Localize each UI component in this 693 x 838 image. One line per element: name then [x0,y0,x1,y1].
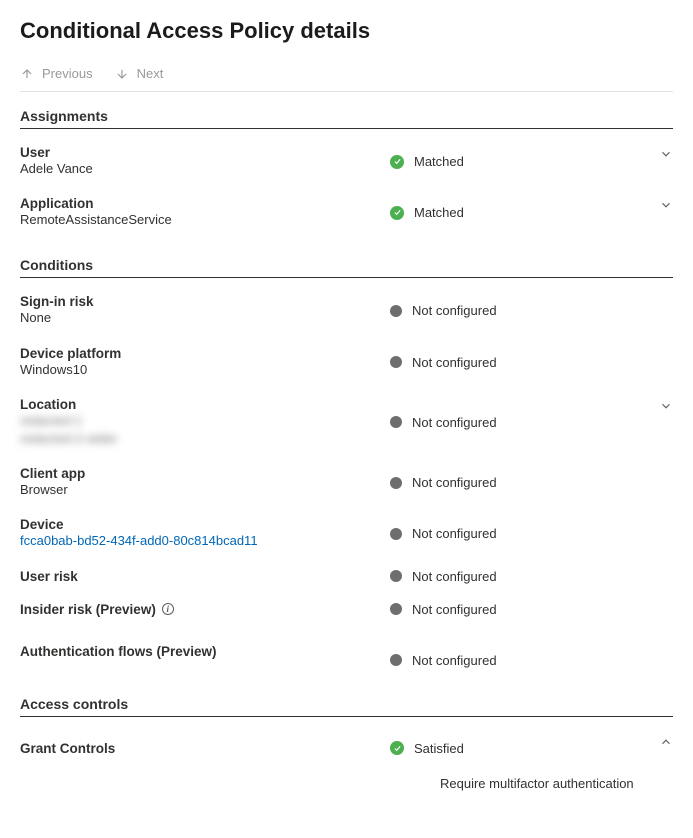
chevron-down-icon [659,198,673,212]
grant-controls-status: Satisfied [414,741,464,756]
next-label: Next [137,66,164,81]
client-app-value: Browser [20,481,380,499]
device-row: Device fcca0bab-bd52-434f-add0-80c814bca… [20,511,673,562]
application-value: RemoteAssistanceService [20,211,380,229]
info-icon[interactable]: i [162,603,174,615]
user-status: Matched [414,154,464,169]
sign-in-risk-label: Sign-in risk [20,294,380,309]
previous-button[interactable]: Previous [20,66,93,81]
next-button[interactable]: Next [115,66,164,81]
application-status: Matched [414,205,464,220]
user-risk-status: Not configured [412,569,497,584]
status-dot-icon [390,416,402,428]
status-dot-icon [390,654,402,666]
device-platform-label: Device platform [20,346,380,361]
status-dot-icon [390,356,402,368]
device-platform-status: Not configured [412,355,497,370]
insider-risk-label: Insider risk (Preview) i [20,602,380,617]
location-row[interactable]: Location redacted-1 redacted-2-wider Not… [20,391,673,460]
sign-in-risk-status: Not configured [412,303,497,318]
status-dot-icon [390,528,402,540]
conditions-header: Conditions [20,257,673,278]
status-dot-icon [390,305,402,317]
arrow-up-icon [20,67,34,81]
grant-controls-detail: Require multifactor authentication [20,768,673,791]
device-platform-value: Windows10 [20,361,380,379]
sign-in-risk-value: None [20,309,380,327]
insider-risk-status: Not configured [412,602,497,617]
insider-risk-row: Insider risk (Preview) i Not configured [20,596,673,629]
previous-label: Previous [42,66,93,81]
check-circle-icon [390,741,404,755]
status-dot-icon [390,603,402,615]
page-title: Conditional Access Policy details [20,18,673,44]
user-risk-label: User risk [20,569,380,584]
auth-flows-row: Authentication flows (Preview) Not confi… [20,629,673,680]
location-status: Not configured [412,415,497,430]
access-controls-section: Access controls Grant Controls Satisfied… [20,696,673,791]
client-app-status: Not configured [412,475,497,490]
client-app-label: Client app [20,466,380,481]
user-label: User [20,145,380,160]
device-platform-row: Device platform Windows10 Not configured [20,340,673,391]
application-row[interactable]: Application RemoteAssistanceService Matc… [20,190,673,241]
insider-risk-text: Insider risk (Preview) [20,602,156,617]
location-value-line2: redacted-2-wider [20,430,380,448]
location-value-line1: redacted-1 [20,412,380,430]
assignments-header: Assignments [20,108,673,129]
sign-in-risk-row: Sign-in risk None Not configured [20,288,673,339]
chevron-up-icon [659,735,673,749]
collapse-grant-button[interactable] [659,735,673,752]
device-id-link[interactable]: fcca0bab-bd52-434f-add0-80c814bcad11 [20,532,380,550]
chevron-down-icon [659,399,673,413]
auth-flows-status: Not configured [412,653,497,668]
arrow-down-icon [115,67,129,81]
access-controls-header: Access controls [20,696,673,717]
device-label: Device [20,517,380,532]
user-row[interactable]: User Adele Vance Matched [20,139,673,190]
conditions-section: Conditions Sign-in risk None Not configu… [20,257,673,679]
application-label: Application [20,196,380,211]
device-status: Not configured [412,526,497,541]
auth-flows-label: Authentication flows (Preview) [20,644,380,659]
grant-controls-row[interactable]: Grant Controls Satisfied [20,727,673,768]
status-dot-icon [390,570,402,582]
expand-user-button[interactable] [659,147,673,164]
check-circle-icon [390,155,404,169]
client-app-row: Client app Browser Not configured [20,460,673,511]
chevron-down-icon [659,147,673,161]
status-dot-icon [390,477,402,489]
location-label: Location [20,397,380,412]
user-value: Adele Vance [20,160,380,178]
nav-row: Previous Next [20,66,673,92]
user-risk-row: User risk Not configured [20,563,673,596]
assignments-section: Assignments User Adele Vance Matched App… [20,108,673,241]
expand-location-button[interactable] [659,399,673,416]
expand-application-button[interactable] [659,198,673,215]
check-circle-icon [390,206,404,220]
grant-controls-label: Grant Controls [20,741,380,756]
